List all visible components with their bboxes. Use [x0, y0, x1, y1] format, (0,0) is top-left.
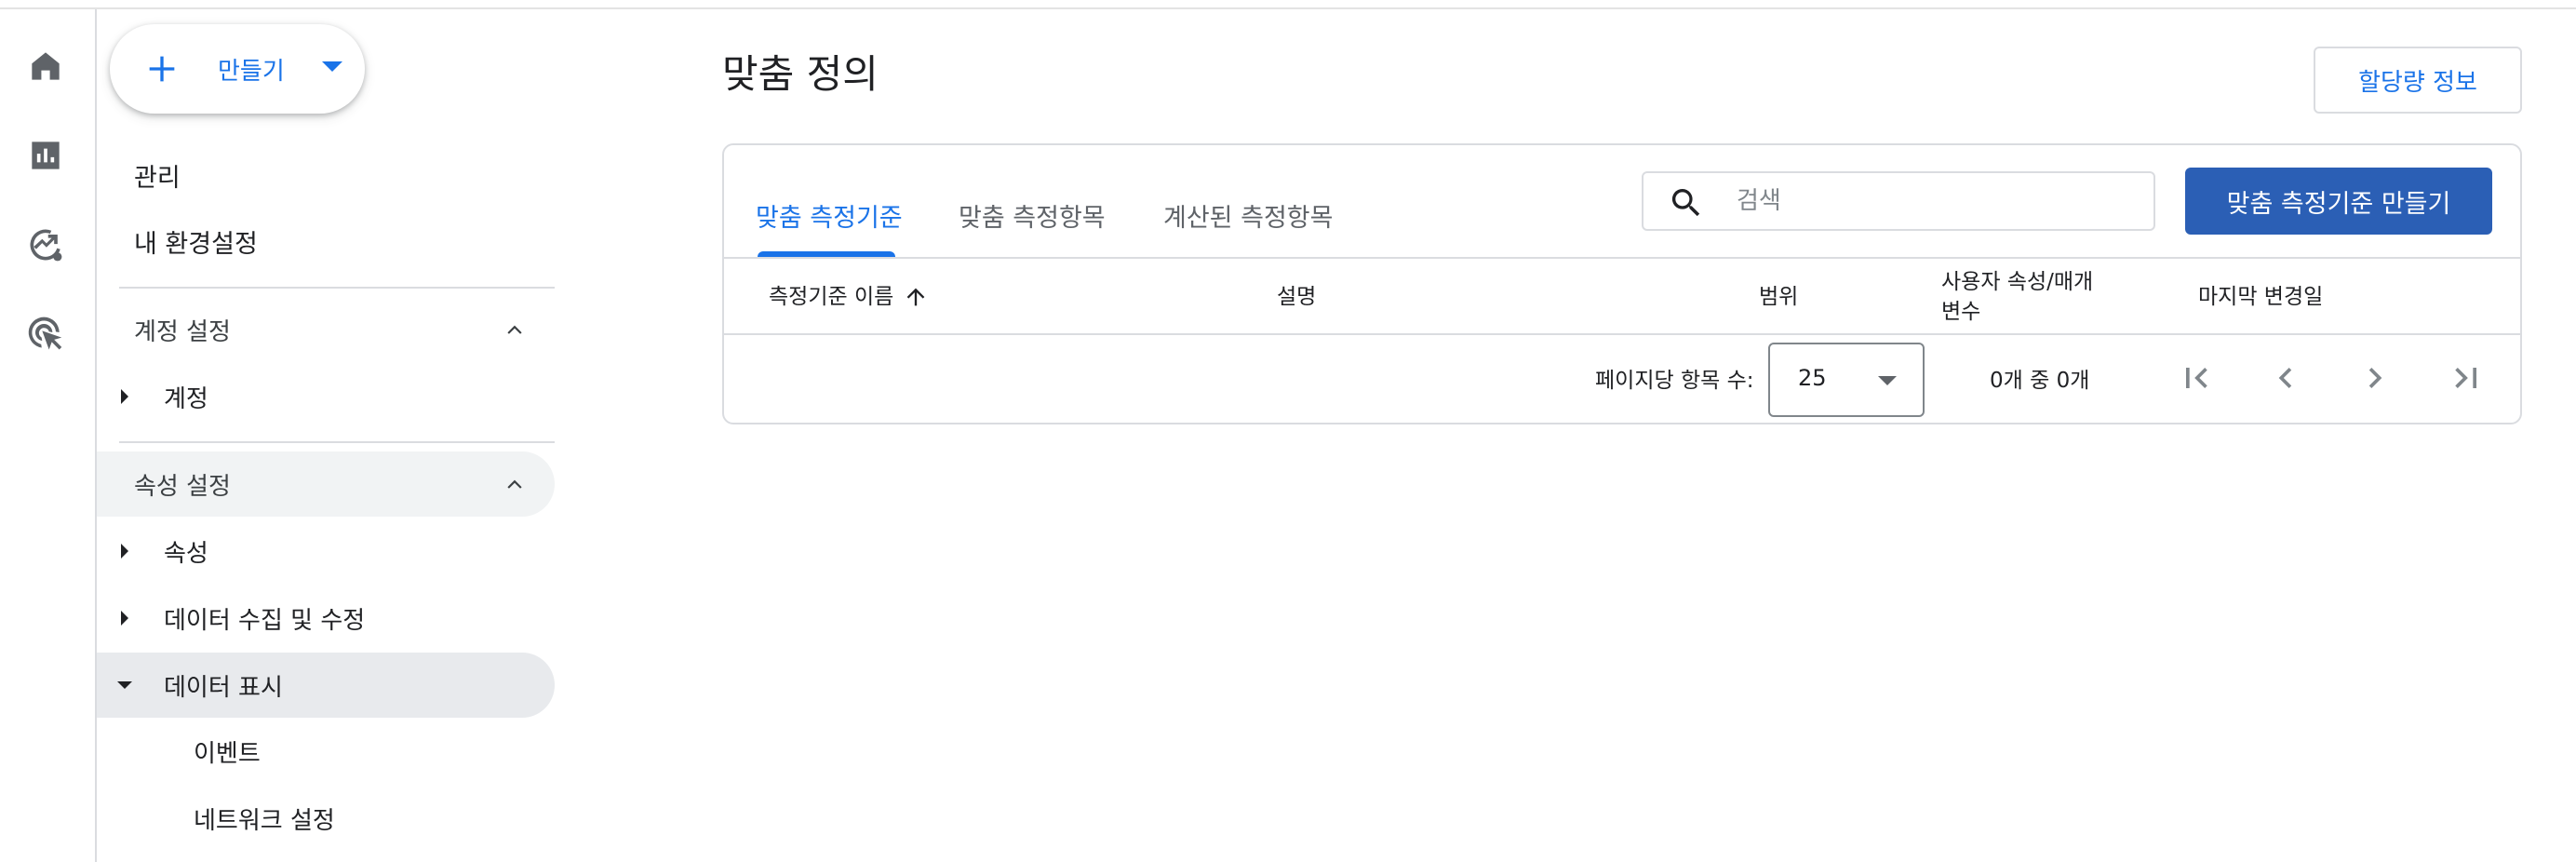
arrow-up-icon — [903, 284, 929, 310]
tree-item-property[interactable]: 속성 — [97, 519, 555, 584]
explore-icon[interactable] — [22, 222, 69, 268]
icon-rail — [0, 9, 97, 862]
search-input[interactable] — [1737, 182, 2137, 220]
definitions-card: 맞춤 측정기준 맞춤 측정항목 계산된 측정항목 맞춤 측정기준 만들기 측정기… — [722, 143, 2522, 424]
quota-info-button[interactable]: 할당량 정보 — [2314, 47, 2522, 114]
nav-divider — [119, 441, 555, 443]
caret-right-icon — [121, 389, 128, 404]
items-per-page-label: 페이지당 항목 수: — [1595, 369, 1754, 393]
tab-calculated-metrics[interactable]: 계산된 측정항목 — [1163, 182, 1333, 248]
last-page-icon[interactable] — [2446, 357, 2487, 398]
search-icon — [1668, 184, 1705, 222]
chevron-up-icon — [503, 317, 527, 342]
plus-icon — [143, 50, 181, 88]
nav-sub-events[interactable]: 이벤트 — [194, 721, 261, 782]
items-per-page-value: 25 — [1798, 365, 1827, 391]
column-header-dimension-name-label: 측정기준 이름 — [769, 285, 894, 309]
first-page-icon[interactable] — [2176, 357, 2217, 398]
section-property-settings-label: 속성 설정 — [134, 472, 231, 501]
tree-item-data-display-label: 데이터 표시 — [164, 673, 283, 702]
next-page-icon[interactable] — [2355, 357, 2395, 398]
section-account-settings-label: 계정 설정 — [134, 317, 231, 346]
column-header-last-changed[interactable]: 마지막 변경일 — [2198, 261, 2323, 333]
advertising-icon[interactable] — [22, 311, 69, 357]
nav-divider — [119, 287, 555, 289]
page-title: 맞춤 정의 — [722, 51, 879, 97]
tree-item-data-collection-label: 데이터 수집 및 수정 — [164, 606, 366, 635]
column-header-dimension-name[interactable]: 측정기준 이름 — [769, 261, 929, 333]
header-divider — [724, 333, 2520, 335]
previous-page-icon[interactable] — [2265, 357, 2306, 398]
tree-item-data-display[interactable]: 데이터 표시 — [97, 653, 555, 718]
caret-down-icon — [1878, 376, 1897, 385]
nav-sub-network[interactable]: 네트워크 설정 — [194, 788, 335, 849]
column-header-user-property[interactable]: 사용자 속성/매개 변수 — [1941, 261, 2127, 333]
nav-admin[interactable]: 관리 — [134, 144, 181, 206]
section-property-settings[interactable]: 속성 설정 — [97, 451, 555, 517]
column-header-description[interactable]: 설명 — [1277, 261, 1316, 333]
search-box[interactable] — [1642, 171, 2155, 231]
items-per-page-select[interactable]: 25 — [1768, 343, 1925, 417]
chevron-up-icon — [503, 472, 527, 496]
tree-item-data-collection[interactable]: 데이터 수집 및 수정 — [97, 586, 555, 651]
side-nav: 만들기 관리 내 환경설정 계정 설정 계정 속성 설정 속성 데이터 수집 및… — [97, 9, 562, 862]
caret-right-icon — [121, 611, 128, 626]
create-custom-dimension-button[interactable]: 맞춤 측정기준 만들기 — [2185, 168, 2492, 235]
tree-item-property-label: 속성 — [164, 539, 208, 568]
section-account-settings[interactable]: 계정 설정 — [97, 297, 555, 362]
caret-down-icon — [117, 681, 132, 689]
column-header-scope[interactable]: 범위 — [1759, 261, 1798, 333]
tab-divider — [724, 257, 2520, 259]
home-icon[interactable] — [22, 43, 69, 89]
nav-preferences[interactable]: 내 환경설정 — [134, 210, 258, 272]
top-bar-edge — [0, 0, 2576, 9]
reports-icon[interactable] — [22, 132, 69, 179]
tab-custom-dimensions[interactable]: 맞춤 측정기준 — [756, 182, 903, 248]
tab-custom-metrics[interactable]: 맞춤 측정항목 — [959, 182, 1106, 248]
create-button-label: 만들기 — [218, 58, 285, 86]
caret-down-icon — [322, 61, 342, 72]
pagination-count: 0개 중 0개 — [1990, 369, 2090, 393]
create-button[interactable]: 만들기 — [110, 24, 365, 114]
caret-right-icon — [121, 544, 128, 559]
tree-item-account-label: 계정 — [164, 384, 208, 413]
tree-item-account[interactable]: 계정 — [97, 364, 555, 429]
